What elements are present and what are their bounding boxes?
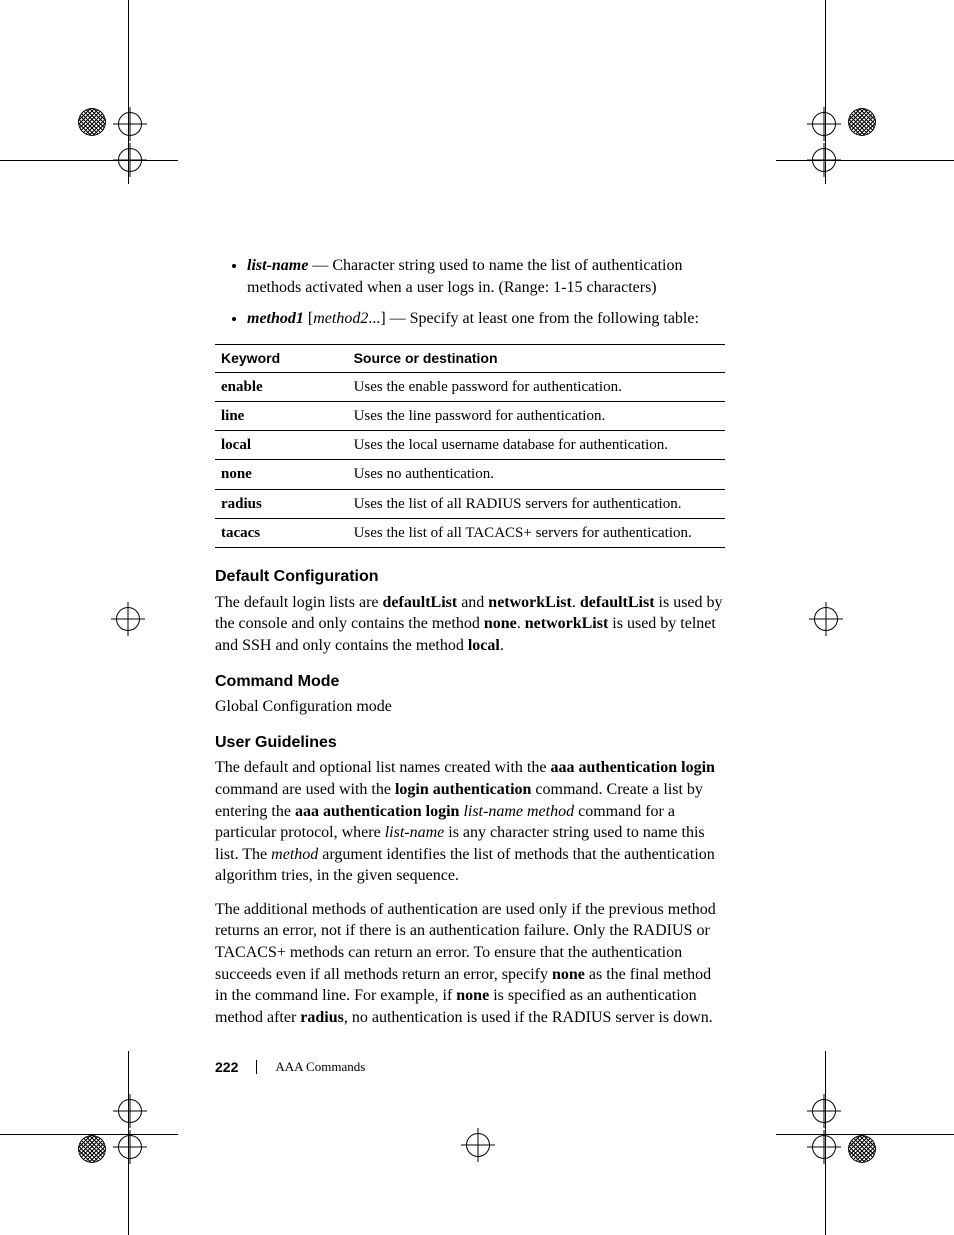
- registration-mark-icon: [848, 108, 876, 136]
- param-desc: Specify at least one from the following …: [410, 310, 699, 327]
- registration-mark-icon: [466, 1133, 490, 1157]
- registration-mark-icon: [78, 1135, 106, 1163]
- table-header: Source or destination: [348, 344, 725, 372]
- registration-mark-icon: [118, 1135, 142, 1159]
- footer-divider: [256, 1060, 257, 1074]
- list-item: list-name — Character string used to nam…: [247, 255, 725, 298]
- param-term: method1: [247, 310, 304, 327]
- registration-mark-icon: [812, 112, 836, 136]
- table-header: Keyword: [215, 344, 348, 372]
- table-row: radiusUses the list of all RADIUS server…: [215, 489, 725, 518]
- registration-mark-icon: [814, 607, 838, 631]
- crop-line: [776, 160, 954, 161]
- table-row: enableUses the enable password for authe…: [215, 372, 725, 401]
- registration-mark-icon: [116, 607, 140, 631]
- registration-mark-icon: [78, 108, 106, 136]
- page-footer: 222 AAA Commands: [215, 1059, 365, 1075]
- registration-mark-icon: [812, 1099, 836, 1123]
- footer-section: AAA Commands: [275, 1059, 365, 1075]
- registration-mark-icon: [118, 148, 142, 172]
- parameter-list: list-name — Character string used to nam…: [215, 255, 725, 330]
- page-number: 222: [215, 1059, 238, 1075]
- crop-line: [0, 160, 178, 161]
- page: list-name — Character string used to nam…: [0, 0, 954, 1235]
- section-body: Global Configuration mode: [215, 696, 725, 718]
- table-header-row: Keyword Source or destination: [215, 344, 725, 372]
- list-item: method1 [method2...] — Specify at least …: [247, 308, 725, 330]
- registration-mark-icon: [848, 1135, 876, 1163]
- registration-mark-icon: [118, 112, 142, 136]
- registration-mark-icon: [118, 1099, 142, 1123]
- content-area: list-name — Character string used to nam…: [215, 255, 725, 1040]
- table-row: tacacsUses the list of all TACACS+ serve…: [215, 518, 725, 547]
- section-body: The additional methods of authentication…: [215, 899, 725, 1029]
- param-term: list-name: [247, 257, 308, 274]
- section-body: The default login lists are defaultList …: [215, 592, 725, 657]
- section-body: The default and optional list names crea…: [215, 757, 725, 887]
- registration-mark-icon: [812, 1135, 836, 1159]
- table-row: noneUses no authentication.: [215, 460, 725, 489]
- keyword-table: Keyword Source or destination enableUses…: [215, 344, 725, 548]
- section-heading: Command Mode: [215, 671, 725, 693]
- section-heading: User Guidelines: [215, 732, 725, 754]
- table-row: localUses the local username database fo…: [215, 431, 725, 460]
- registration-mark-icon: [812, 148, 836, 172]
- section-heading: Default Configuration: [215, 566, 725, 588]
- table-row: lineUses the line password for authentic…: [215, 401, 725, 430]
